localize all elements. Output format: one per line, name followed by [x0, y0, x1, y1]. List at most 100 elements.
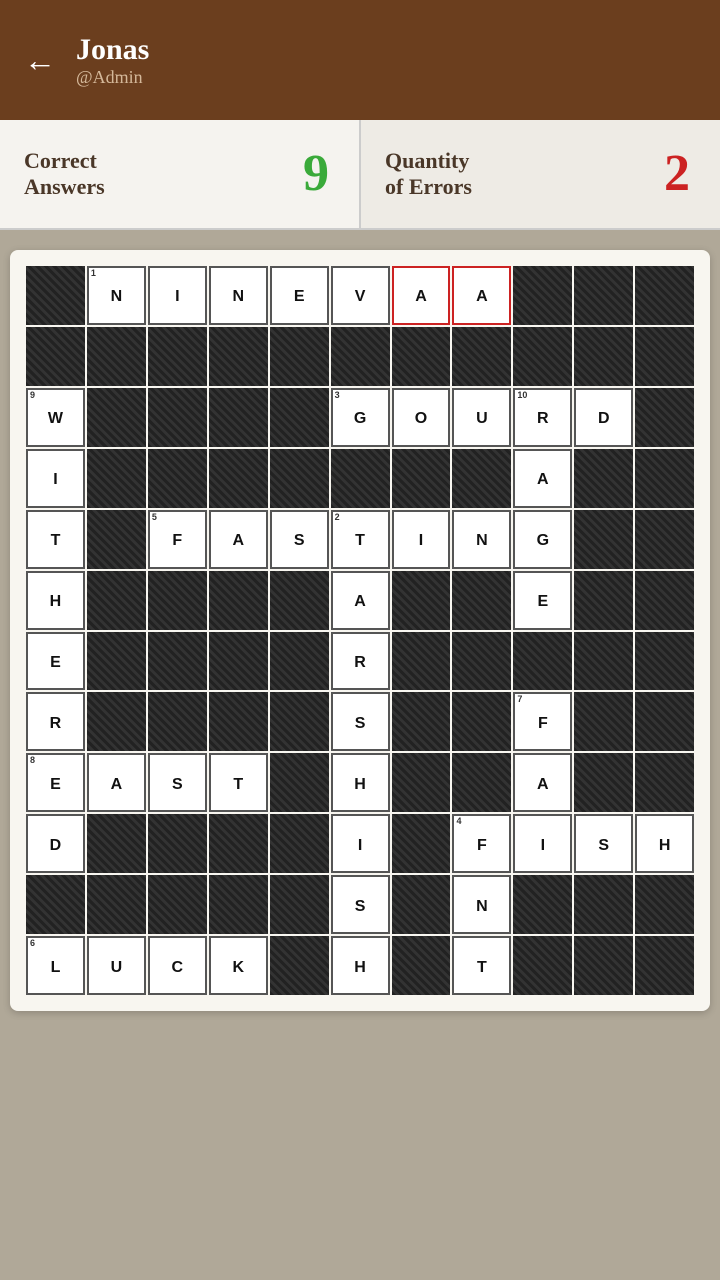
cell-8-6: [392, 753, 451, 812]
cell-3-1: [87, 449, 146, 508]
cell-9-9[interactable]: S: [574, 814, 633, 873]
cell-11-5[interactable]: H: [331, 936, 390, 995]
cell-2-3: [209, 388, 268, 447]
cell-11-8: [513, 936, 572, 995]
cell-6-2: [148, 632, 207, 691]
cell-9-1: [87, 814, 146, 873]
cell-0-9: [574, 266, 633, 325]
cell-0-2[interactable]: I: [148, 266, 207, 325]
cell-10-5[interactable]: S: [331, 875, 390, 934]
crossword-grid: 1N I N E V A A 9W 3G O U 10R D I: [26, 266, 694, 995]
cell-5-8[interactable]: E: [513, 571, 572, 630]
cell-8-8[interactable]: A: [513, 753, 572, 812]
cell-7-7: [452, 692, 511, 751]
cell-7-0[interactable]: R: [26, 692, 85, 751]
correct-label: CorrectAnswers: [24, 148, 105, 201]
cell-9-3: [209, 814, 268, 873]
cell-3-10: [635, 449, 694, 508]
cell-7-5[interactable]: S: [331, 692, 390, 751]
cell-0-5[interactable]: V: [331, 266, 390, 325]
cell-6-0[interactable]: E: [26, 632, 85, 691]
correct-value: 9: [303, 148, 329, 200]
crossword-container: 1N I N E V A A 9W 3G O U 10R D I: [10, 250, 710, 1011]
cell-4-3[interactable]: A: [209, 510, 268, 569]
cell-4-10: [635, 510, 694, 569]
cell-11-3[interactable]: K: [209, 936, 268, 995]
cell-4-1: [87, 510, 146, 569]
cell-1-9: [574, 327, 633, 386]
cell-5-1: [87, 571, 146, 630]
cell-5-0[interactable]: H: [26, 571, 85, 630]
cell-2-2: [148, 388, 207, 447]
cell-4-7[interactable]: N: [452, 510, 511, 569]
cell-2-7[interactable]: U: [452, 388, 511, 447]
cell-11-7[interactable]: T: [452, 936, 511, 995]
cell-3-9: [574, 449, 633, 508]
cell-11-0[interactable]: 6L: [26, 936, 85, 995]
cell-4-8[interactable]: G: [513, 510, 572, 569]
cell-7-8[interactable]: 7F: [513, 692, 572, 751]
cell-6-9: [574, 632, 633, 691]
cell-4-9: [574, 510, 633, 569]
errors-value: 2: [664, 148, 690, 200]
cell-0-7[interactable]: A: [452, 266, 511, 325]
cell-11-1[interactable]: U: [87, 936, 146, 995]
user-handle: @Admin: [76, 67, 149, 88]
cell-10-7[interactable]: N: [452, 875, 511, 934]
cell-2-5[interactable]: 3G: [331, 388, 390, 447]
cell-9-10[interactable]: H: [635, 814, 694, 873]
cell-6-1: [87, 632, 146, 691]
cell-2-9[interactable]: D: [574, 388, 633, 447]
cell-0-6[interactable]: A: [392, 266, 451, 325]
cell-10-0: [26, 875, 85, 934]
cell-8-3[interactable]: T: [209, 753, 268, 812]
cell-5-4: [270, 571, 329, 630]
cell-4-0[interactable]: T: [26, 510, 85, 569]
cell-6-7: [452, 632, 511, 691]
cell-5-5[interactable]: A: [331, 571, 390, 630]
cell-11-2[interactable]: C: [148, 936, 207, 995]
cell-8-5[interactable]: H: [331, 753, 390, 812]
user-name: Jonas: [76, 33, 149, 67]
cell-5-9: [574, 571, 633, 630]
cell-1-8: [513, 327, 572, 386]
cell-9-7[interactable]: 4F: [452, 814, 511, 873]
back-button[interactable]: ←: [24, 42, 56, 79]
cell-8-7: [452, 753, 511, 812]
cell-10-9: [574, 875, 633, 934]
cell-10-1: [87, 875, 146, 934]
cell-8-1[interactable]: A: [87, 753, 146, 812]
cell-3-0[interactable]: I: [26, 449, 85, 508]
cell-8-9: [574, 753, 633, 812]
cell-4-5[interactable]: 2T: [331, 510, 390, 569]
cell-2-6[interactable]: O: [392, 388, 451, 447]
cell-0-3[interactable]: N: [209, 266, 268, 325]
cell-3-6: [392, 449, 451, 508]
cell-9-5[interactable]: I: [331, 814, 390, 873]
cell-1-0: [26, 327, 85, 386]
cell-9-8[interactable]: I: [513, 814, 572, 873]
cell-3-5: [331, 449, 390, 508]
cell-9-0[interactable]: D: [26, 814, 85, 873]
cell-9-4: [270, 814, 329, 873]
cell-2-8[interactable]: 10R: [513, 388, 572, 447]
cell-4-6[interactable]: I: [392, 510, 451, 569]
cell-3-8[interactable]: A: [513, 449, 572, 508]
cell-6-8: [513, 632, 572, 691]
cell-11-4: [270, 936, 329, 995]
cell-2-0[interactable]: 9W: [26, 388, 85, 447]
cell-4-4[interactable]: S: [270, 510, 329, 569]
cell-8-0[interactable]: 8E: [26, 753, 85, 812]
cell-10-4: [270, 875, 329, 934]
cell-1-10: [635, 327, 694, 386]
cell-9-6: [392, 814, 451, 873]
cell-0-4[interactable]: E: [270, 266, 329, 325]
cell-8-2[interactable]: S: [148, 753, 207, 812]
cell-0-1[interactable]: 1N: [87, 266, 146, 325]
cell-4-2[interactable]: 5F: [148, 510, 207, 569]
cell-1-5: [331, 327, 390, 386]
cell-8-10: [635, 753, 694, 812]
cell-6-5[interactable]: R: [331, 632, 390, 691]
cell-2-10: [635, 388, 694, 447]
cell-5-6: [392, 571, 451, 630]
